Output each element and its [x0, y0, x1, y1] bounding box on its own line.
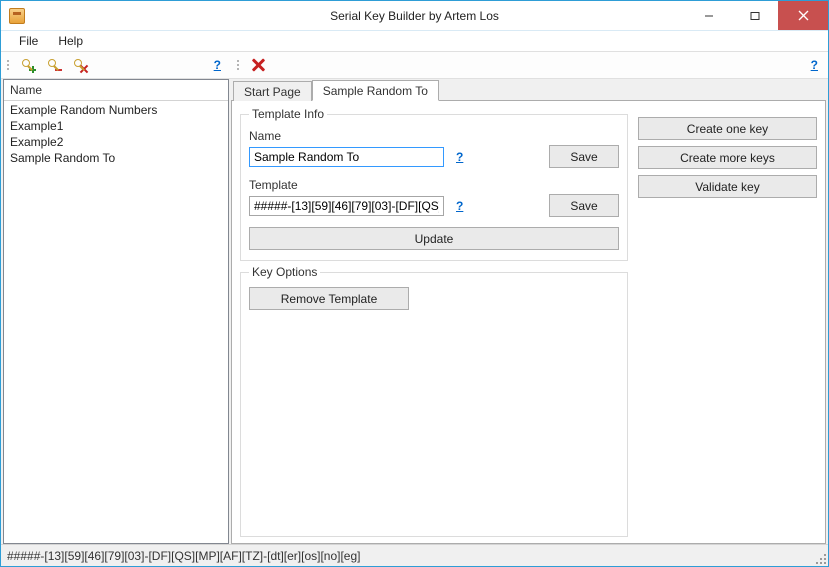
- remove-template-button[interactable]: [43, 54, 65, 76]
- close-tab-icon: [250, 57, 266, 73]
- right-area: Start Page Sample Random To Template Inf…: [231, 79, 826, 544]
- template-info-legend: Template Info: [249, 107, 327, 121]
- toolstrip-grip-right[interactable]: [235, 55, 241, 75]
- toolstrip-grip[interactable]: [5, 55, 11, 75]
- list-item[interactable]: Example Random Numbers: [4, 102, 228, 118]
- key-options-legend: Key Options: [249, 265, 320, 279]
- name-input[interactable]: [249, 147, 444, 167]
- name-label: Name: [249, 129, 619, 143]
- key-remove-icon: [46, 57, 62, 73]
- app-icon: [9, 8, 25, 24]
- template-list[interactable]: Name Example Random Numbers Example1 Exa…: [3, 79, 229, 544]
- close-tab-button[interactable]: [247, 54, 269, 76]
- key-options-group: Key Options Remove Template: [240, 265, 628, 537]
- template-list-header[interactable]: Name: [4, 80, 228, 101]
- create-one-key-button[interactable]: Create one key: [638, 117, 817, 140]
- template-input[interactable]: [249, 196, 444, 216]
- template-info-group: Template Info Name ? Save Template: [240, 107, 628, 261]
- template-list-body: Example Random Numbers Example1 Example2…: [4, 101, 228, 543]
- menu-file[interactable]: File: [9, 32, 48, 50]
- key-add-icon: [20, 57, 36, 73]
- toolstrip-row: ? ?: [1, 51, 828, 79]
- window-controls: [686, 1, 828, 30]
- body-row: Name Example Random Numbers Example1 Exa…: [1, 79, 828, 544]
- left-toolstrip: ?: [1, 52, 231, 78]
- close-icon: [798, 10, 809, 21]
- maximize-icon: [750, 11, 760, 21]
- statusbar-text: #####-[13][59][46][79][03]-[DF][QS][MP][…: [7, 549, 361, 563]
- list-item[interactable]: Example2: [4, 134, 228, 150]
- template-help[interactable]: ?: [450, 199, 469, 213]
- template-label: Template: [249, 178, 619, 192]
- minimize-icon: [704, 11, 714, 21]
- tab-panel: Template Info Name ? Save Template: [231, 100, 826, 544]
- statusbar: #####-[13][59][46][79][03]-[DF][QS][MP][…: [1, 544, 828, 566]
- key-delete-icon: [72, 57, 88, 73]
- titlebar[interactable]: Serial Key Builder by Artem Los: [1, 1, 828, 31]
- validate-key-button[interactable]: Validate key: [638, 175, 817, 198]
- window-title: Serial Key Builder by Artem Los: [330, 9, 499, 23]
- right-toolstrip: ?: [231, 52, 828, 78]
- left-panel: Name Example Random Numbers Example1 Exa…: [3, 79, 229, 544]
- update-button[interactable]: Update: [249, 227, 619, 250]
- panel-right-column: Create one key Create more keys Validate…: [638, 107, 817, 537]
- delete-template-button[interactable]: [69, 54, 91, 76]
- resize-grip[interactable]: [814, 552, 826, 564]
- name-save-button[interactable]: Save: [549, 145, 619, 168]
- app-window: Serial Key Builder by Artem Los File Hel…: [0, 0, 829, 567]
- create-more-keys-button[interactable]: Create more keys: [638, 146, 817, 169]
- menu-help[interactable]: Help: [48, 32, 93, 50]
- left-toolstrip-help[interactable]: ?: [208, 58, 227, 72]
- minimize-button[interactable]: [686, 1, 732, 30]
- template-save-button[interactable]: Save: [549, 194, 619, 217]
- list-item[interactable]: Sample Random To: [4, 150, 228, 166]
- tabs-row: Start Page Sample Random To: [231, 79, 826, 100]
- name-help[interactable]: ?: [450, 150, 469, 164]
- maximize-button[interactable]: [732, 1, 778, 30]
- list-item[interactable]: Example1: [4, 118, 228, 134]
- menubar: File Help: [1, 31, 828, 51]
- add-template-button[interactable]: [17, 54, 39, 76]
- content-area: ? ? Name Example Random Numbers Example1: [1, 51, 828, 566]
- tab-start-page[interactable]: Start Page: [233, 81, 312, 101]
- remove-template-button[interactable]: Remove Template: [249, 287, 409, 310]
- right-toolstrip-help[interactable]: ?: [805, 58, 824, 72]
- close-button[interactable]: [778, 1, 828, 30]
- panel-left-column: Template Info Name ? Save Template: [240, 107, 628, 537]
- tab-sample-random-to[interactable]: Sample Random To: [312, 80, 439, 101]
